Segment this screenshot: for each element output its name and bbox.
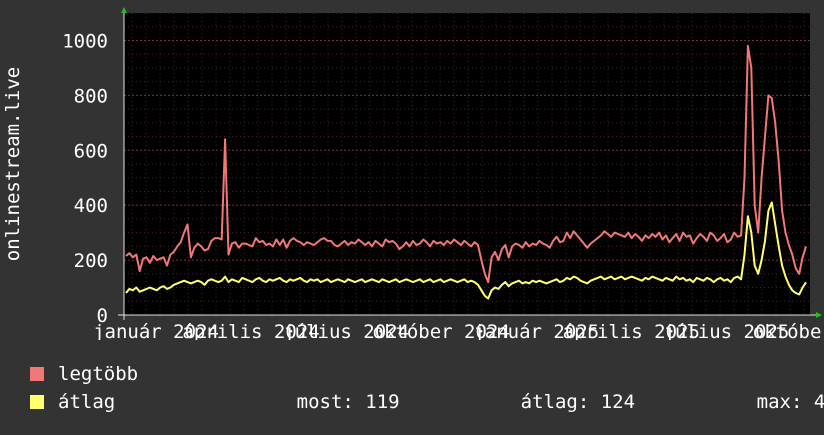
stat-max-label: max: <box>756 391 803 413</box>
rrd-chart: 02004006008001000 január 2024április 202… <box>2 7 824 343</box>
x-tick-label: október 2025 <box>753 321 824 340</box>
x-ticks: január 2024április 2024július 2024októbe… <box>93 321 824 343</box>
stat-max-value: 418 <box>813 391 824 413</box>
legend-item-max: legtöbb <box>30 362 138 386</box>
y-ticks: 02004006008001000 <box>62 30 108 327</box>
legend-swatch-max <box>30 367 44 381</box>
stat-max: max: 418 <box>688 369 824 435</box>
y-axis-arrow <box>121 7 127 13</box>
stat-avg: átlag: 124 <box>452 369 635 435</box>
legend-swatch-avg <box>30 395 44 409</box>
legend-label-avg: átlag <box>58 391 116 413</box>
stat-avg-label: átlag: <box>520 391 590 413</box>
stat-now-label: most: <box>296 391 354 413</box>
legend-item-avg: átlag most: 119 átlag: 124 max: 418 <box>30 390 824 414</box>
y-axis-label: onlinestream.live <box>2 67 24 261</box>
y-tick-label: 800 <box>74 85 108 107</box>
y-tick-label: 1000 <box>62 30 108 52</box>
y-tick-label: 600 <box>74 140 108 162</box>
stat-now-value: 119 <box>365 391 400 413</box>
y-tick-label: 400 <box>74 195 108 217</box>
stat-avg-value: 124 <box>600 391 636 413</box>
plot-background <box>124 13 810 315</box>
legend-label-max: legtöbb <box>58 363 139 385</box>
x-axis-arrow <box>816 312 822 318</box>
chart-container: 0 200 400 600 800 1000 január 2024 április 202… <box>0 0 824 430</box>
y-tick-label: 200 <box>74 250 108 272</box>
stat-now: most: 119 <box>228 369 400 435</box>
